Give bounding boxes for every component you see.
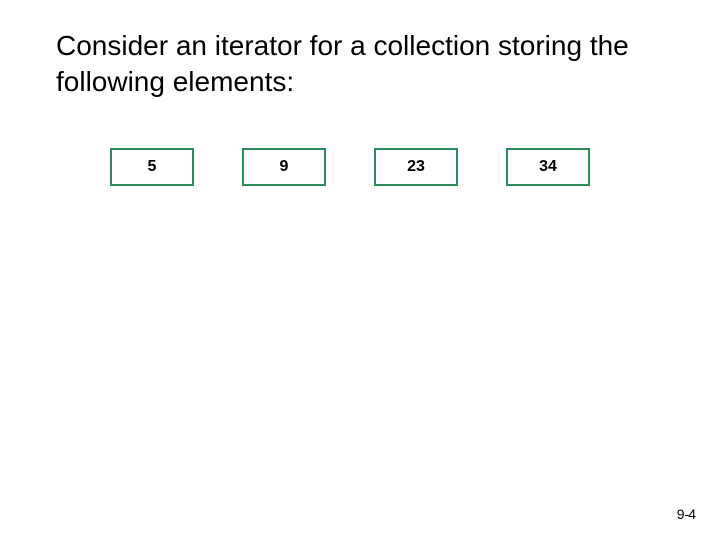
collection-row: 5 9 23 34: [110, 148, 590, 186]
collection-element: 34: [506, 148, 590, 186]
page-chapter: 9: [677, 506, 685, 522]
collection-element: 23: [374, 148, 458, 186]
collection-element: 5: [110, 148, 194, 186]
slide-heading: Consider an iterator for a collection st…: [56, 28, 676, 101]
slide: Consider an iterator for a collection st…: [0, 0, 720, 540]
page-number: 9-4: [677, 506, 696, 522]
collection-element: 9: [242, 148, 326, 186]
page-index: 4: [688, 506, 696, 522]
